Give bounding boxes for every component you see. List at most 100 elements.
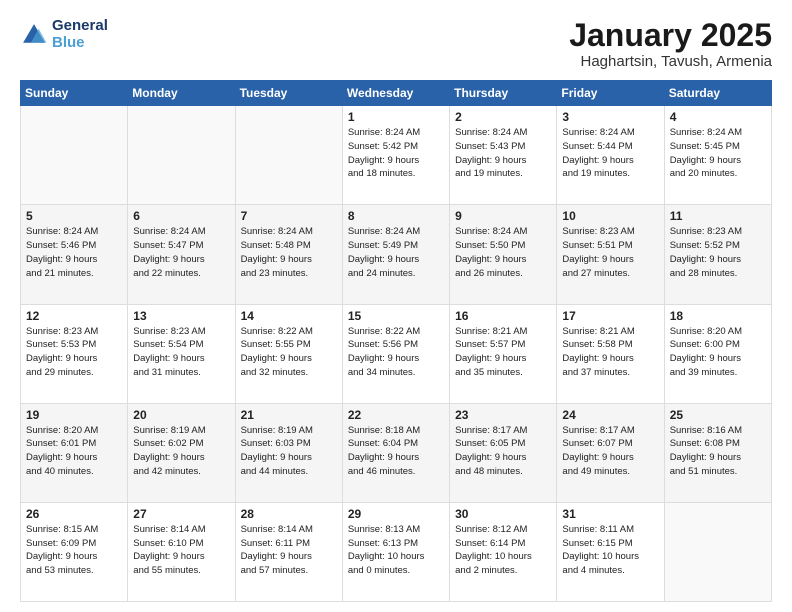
logo-icon	[20, 21, 48, 49]
day-detail: Sunrise: 8:11 AM Sunset: 6:15 PM Dayligh…	[562, 523, 658, 578]
table-row	[128, 106, 235, 205]
day-detail: Sunrise: 8:24 AM Sunset: 5:46 PM Dayligh…	[26, 225, 122, 280]
day-detail: Sunrise: 8:23 AM Sunset: 5:52 PM Dayligh…	[670, 225, 766, 280]
day-number: 9	[455, 209, 551, 223]
header-wednesday: Wednesday	[342, 81, 449, 106]
table-row: 29 Sunrise: 8:13 AM Sunset: 6:13 PM Dayli…	[342, 502, 449, 601]
table-row: 23Sunrise: 8:17 AM Sunset: 6:05 PM Dayli…	[450, 403, 557, 502]
table-row: 7 Sunrise: 8:24 AM Sunset: 5:48 PM Daylig…	[235, 205, 342, 304]
header-sunday: Sunday	[21, 81, 128, 106]
day-detail: Sunrise: 8:24 AM Sunset: 5:44 PM Dayligh…	[562, 126, 658, 181]
table-row	[21, 106, 128, 205]
day-number: 18	[670, 309, 766, 323]
day-number: 31	[562, 507, 658, 521]
day-detail: Sunrise: 8:22 AM Sunset: 5:55 PM Dayligh…	[241, 325, 337, 380]
day-number: 2	[455, 110, 551, 124]
calendar-week-row: 12 Sunrise: 8:23 AM Sunset: 5:53 PM Dayli…	[21, 304, 772, 403]
table-row	[664, 502, 771, 601]
table-row: 13Sunrise: 8:23 AM Sunset: 5:54 PM Dayli…	[128, 304, 235, 403]
logo: General Blue	[20, 18, 108, 51]
day-number: 12	[26, 309, 122, 323]
day-detail: Sunrise: 8:24 AM Sunset: 5:42 PM Dayligh…	[348, 126, 444, 181]
table-row: 28 Sunrise: 8:14 AM Sunset: 6:11 PM Dayli…	[235, 502, 342, 601]
day-detail: Sunrise: 8:24 AM Sunset: 5:50 PM Dayligh…	[455, 225, 551, 280]
weekday-header-row: Sunday Monday Tuesday Wednesday Thursday…	[21, 81, 772, 106]
day-number: 10	[562, 209, 658, 223]
day-detail: Sunrise: 8:23 AM Sunset: 5:54 PM Dayligh…	[133, 325, 229, 380]
day-number: 7	[241, 209, 337, 223]
table-row: 26Sunrise: 8:15 AM Sunset: 6:09 PM Dayli…	[21, 502, 128, 601]
header-saturday: Saturday	[664, 81, 771, 106]
table-row: 12 Sunrise: 8:23 AM Sunset: 5:53 PM Dayli…	[21, 304, 128, 403]
table-row: 1 Sunrise: 8:24 AM Sunset: 5:42 PM Daylig…	[342, 106, 449, 205]
day-detail: Sunrise: 8:16 AM Sunset: 6:08 PM Dayligh…	[670, 424, 766, 479]
calendar-week-row: 1 Sunrise: 8:24 AM Sunset: 5:42 PM Daylig…	[21, 106, 772, 205]
table-row: 19 Sunrise: 8:20 AM Sunset: 6:01 PM Dayli…	[21, 403, 128, 502]
table-row: 2 Sunrise: 8:24 AM Sunset: 5:43 PM Daylig…	[450, 106, 557, 205]
day-number: 24	[562, 408, 658, 422]
day-number: 20	[133, 408, 229, 422]
logo-line2: Blue	[52, 35, 108, 52]
day-detail: Sunrise: 8:21 AM Sunset: 5:58 PM Dayligh…	[562, 325, 658, 380]
day-detail: Sunrise: 8:20 AM Sunset: 6:01 PM Dayligh…	[26, 424, 122, 479]
day-detail: Sunrise: 8:23 AM Sunset: 5:51 PM Dayligh…	[562, 225, 658, 280]
table-row: 21 Sunrise: 8:19 AM Sunset: 6:03 PM Dayli…	[235, 403, 342, 502]
day-detail: Sunrise: 8:24 AM Sunset: 5:43 PM Dayligh…	[455, 126, 551, 181]
day-number: 28	[241, 507, 337, 521]
day-number: 17	[562, 309, 658, 323]
day-number: 3	[562, 110, 658, 124]
header-friday: Friday	[557, 81, 664, 106]
table-row: 11Sunrise: 8:23 AM Sunset: 5:52 PM Dayli…	[664, 205, 771, 304]
day-detail: Sunrise: 8:17 AM Sunset: 6:05 PM Dayligh…	[455, 424, 551, 479]
table-row: 22 Sunrise: 8:18 AM Sunset: 6:04 PM Dayli…	[342, 403, 449, 502]
day-detail: Sunrise: 8:13 AM Sunset: 6:13 PM Dayligh…	[348, 523, 444, 578]
day-number: 25	[670, 408, 766, 422]
day-number: 30	[455, 507, 551, 521]
day-detail: Sunrise: 8:20 AM Sunset: 6:00 PM Dayligh…	[670, 325, 766, 380]
day-detail: Sunrise: 8:21 AM Sunset: 5:57 PM Dayligh…	[455, 325, 551, 380]
table-row: 25 Sunrise: 8:16 AM Sunset: 6:08 PM Dayli…	[664, 403, 771, 502]
day-detail: Sunrise: 8:14 AM Sunset: 6:11 PM Dayligh…	[241, 523, 337, 578]
day-number: 8	[348, 209, 444, 223]
subtitle: Haghartsin, Tavush, Armenia	[569, 53, 772, 70]
table-row: 18 Sunrise: 8:20 AM Sunset: 6:00 PM Dayli…	[664, 304, 771, 403]
calendar-week-row: 5 Sunrise: 8:24 AM Sunset: 5:46 PM Daylig…	[21, 205, 772, 304]
day-detail: Sunrise: 8:22 AM Sunset: 5:56 PM Dayligh…	[348, 325, 444, 380]
page: General Blue January 2025 Haghartsin, Ta…	[0, 0, 792, 612]
table-row: 24Sunrise: 8:17 AM Sunset: 6:07 PM Dayli…	[557, 403, 664, 502]
day-number: 14	[241, 309, 337, 323]
day-detail: Sunrise: 8:19 AM Sunset: 6:03 PM Dayligh…	[241, 424, 337, 479]
day-detail: Sunrise: 8:24 AM Sunset: 5:48 PM Dayligh…	[241, 225, 337, 280]
day-number: 5	[26, 209, 122, 223]
day-number: 4	[670, 110, 766, 124]
day-number: 22	[348, 408, 444, 422]
day-number: 1	[348, 110, 444, 124]
calendar-table: Sunday Monday Tuesday Wednesday Thursday…	[20, 80, 772, 602]
calendar-week-row: 19 Sunrise: 8:20 AM Sunset: 6:01 PM Dayli…	[21, 403, 772, 502]
table-row	[235, 106, 342, 205]
day-number: 19	[26, 408, 122, 422]
day-number: 21	[241, 408, 337, 422]
day-detail: Sunrise: 8:24 AM Sunset: 5:45 PM Dayligh…	[670, 126, 766, 181]
day-detail: Sunrise: 8:23 AM Sunset: 5:53 PM Dayligh…	[26, 325, 122, 380]
day-detail: Sunrise: 8:15 AM Sunset: 6:09 PM Dayligh…	[26, 523, 122, 578]
table-row: 9 Sunrise: 8:24 AM Sunset: 5:50 PM Daylig…	[450, 205, 557, 304]
logo-text: General Blue	[52, 18, 108, 51]
table-row: 8 Sunrise: 8:24 AM Sunset: 5:49 PM Daylig…	[342, 205, 449, 304]
day-number: 16	[455, 309, 551, 323]
table-row: 15 Sunrise: 8:22 AM Sunset: 5:56 PM Dayli…	[342, 304, 449, 403]
logo-line1: General	[52, 18, 108, 35]
day-detail: Sunrise: 8:24 AM Sunset: 5:49 PM Dayligh…	[348, 225, 444, 280]
table-row: 14 Sunrise: 8:22 AM Sunset: 5:55 PM Dayli…	[235, 304, 342, 403]
day-number: 15	[348, 309, 444, 323]
table-row: 3 Sunrise: 8:24 AM Sunset: 5:44 PM Daylig…	[557, 106, 664, 205]
main-title: January 2025	[569, 18, 772, 53]
day-detail: Sunrise: 8:18 AM Sunset: 6:04 PM Dayligh…	[348, 424, 444, 479]
table-row: 10 Sunrise: 8:23 AM Sunset: 5:51 PM Dayli…	[557, 205, 664, 304]
day-detail: Sunrise: 8:24 AM Sunset: 5:47 PM Dayligh…	[133, 225, 229, 280]
day-detail: Sunrise: 8:14 AM Sunset: 6:10 PM Dayligh…	[133, 523, 229, 578]
day-number: 27	[133, 507, 229, 521]
table-row: 16 Sunrise: 8:21 AM Sunset: 5:57 PM Dayli…	[450, 304, 557, 403]
day-number: 29	[348, 507, 444, 521]
table-row: 5 Sunrise: 8:24 AM Sunset: 5:46 PM Daylig…	[21, 205, 128, 304]
